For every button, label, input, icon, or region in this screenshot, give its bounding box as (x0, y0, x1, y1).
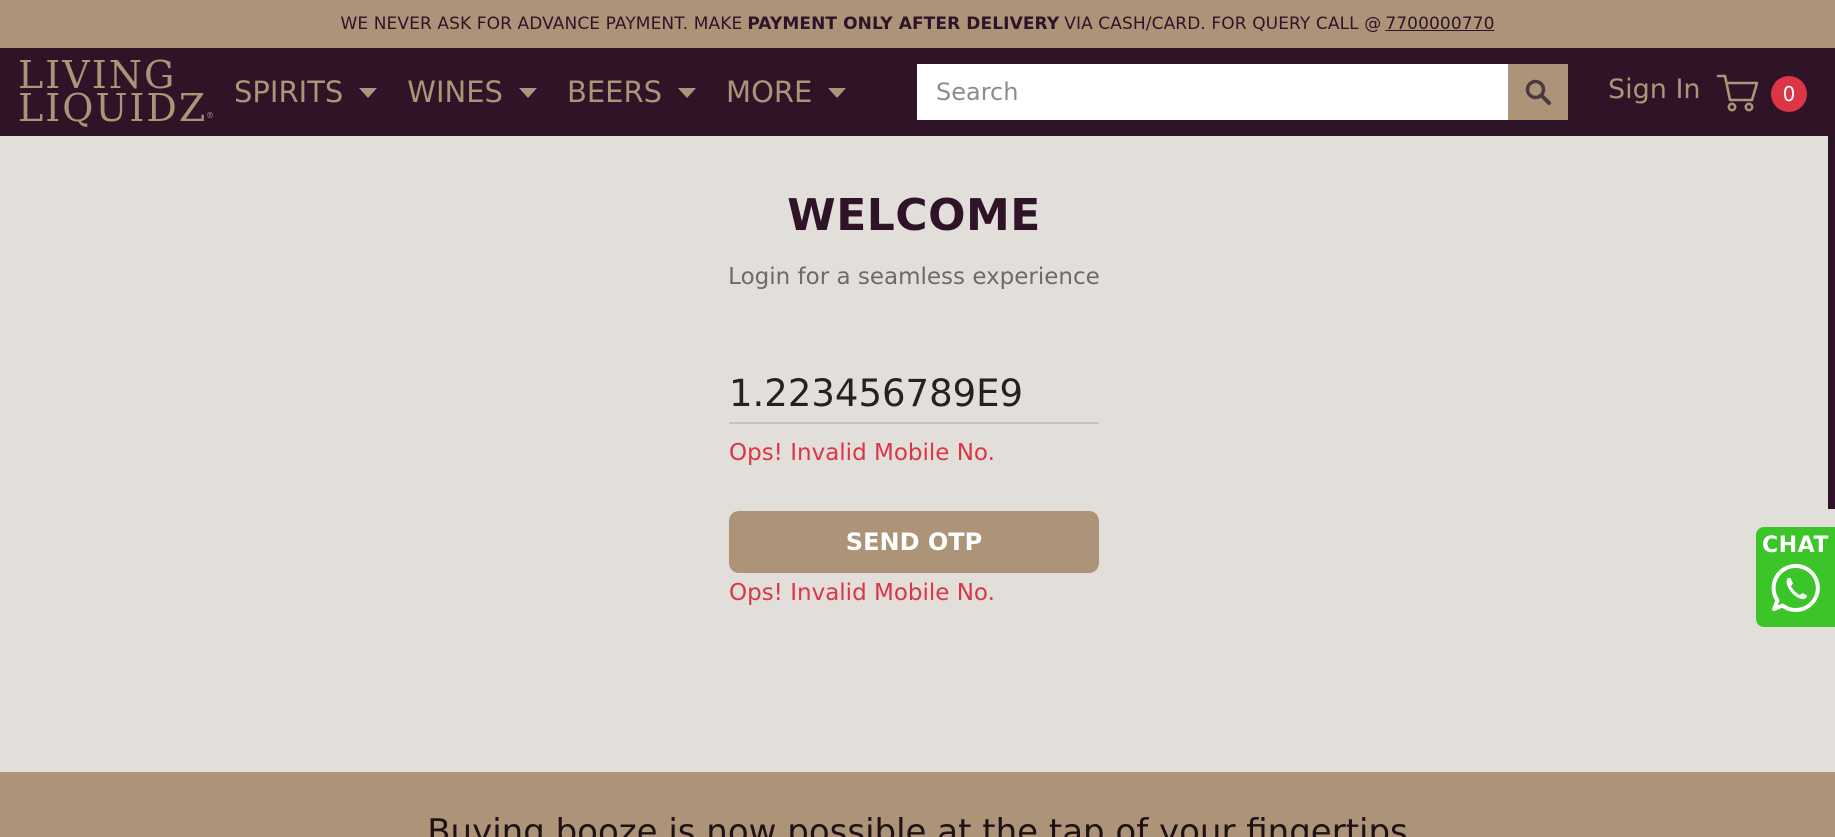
menu-spirits[interactable]: SPIRITS (234, 75, 378, 109)
whatsapp-icon (1771, 563, 1820, 612)
logo-line-2: LIQUIDZ (18, 86, 208, 130)
login-section: WELCOME Login for a seamless experience … (0, 136, 1835, 772)
mobile-error-message: Ops! Invalid Mobile No. (729, 440, 995, 466)
sign-in-link[interactable]: Sign In (1608, 74, 1701, 105)
page-title: WELCOME (787, 190, 1041, 241)
menu-label: WINES (407, 75, 503, 109)
caret-down-icon (828, 88, 847, 98)
mobile-number-field[interactable] (729, 364, 1099, 424)
menu-beers[interactable]: BEERS (566, 75, 697, 109)
cart-icon (1716, 74, 1759, 112)
main-menu: SPIRITS WINES BEERS MORE (234, 48, 876, 136)
otp-error-message: Ops! Invalid Mobile No. (729, 580, 995, 606)
announcement-bar: WE NEVER ASK FOR ADVANCE PAYMENT. MAKE P… (0, 0, 1835, 48)
menu-wines[interactable]: WINES (407, 75, 537, 109)
search-button[interactable] (1508, 64, 1568, 120)
cart-count-badge: 0 (1771, 76, 1807, 112)
announcement-text-after: VIA CASH/CARD. FOR QUERY CALL @ (1064, 14, 1382, 34)
chat-label: CHAT (1762, 533, 1829, 558)
search-box (917, 64, 1568, 120)
menu-label: SPIRITS (234, 75, 344, 109)
caret-down-icon (518, 88, 537, 98)
send-otp-button[interactable]: SEND OTP (729, 511, 1099, 573)
cart-button[interactable] (1716, 72, 1760, 118)
caret-down-icon (678, 88, 697, 98)
logo[interactable]: LIVING LIQUIDZ ® (18, 56, 214, 130)
menu-label: MORE (726, 75, 813, 109)
menu-more[interactable]: MORE (726, 75, 847, 109)
announcement-bold-text: PAYMENT ONLY AFTER DELIVERY (747, 14, 1060, 34)
page-subtitle: Login for a seamless experience (728, 264, 1100, 290)
announcement-text: WE NEVER ASK FOR ADVANCE PAYMENT. MAKE (340, 14, 743, 34)
search-icon (1525, 79, 1552, 105)
footer-band: Buying booze is now possible at the tap … (0, 772, 1835, 837)
caret-down-icon (359, 88, 378, 98)
whatsapp-chat-widget[interactable]: CHAT (1756, 527, 1835, 627)
footer-tagline: Buying booze is now possible at the tap … (427, 812, 1408, 837)
phone-link[interactable]: 7700000770 (1385, 14, 1494, 34)
registered-mark: ® (206, 111, 214, 120)
menu-label: BEERS (566, 75, 663, 109)
search-input[interactable] (917, 64, 1509, 120)
